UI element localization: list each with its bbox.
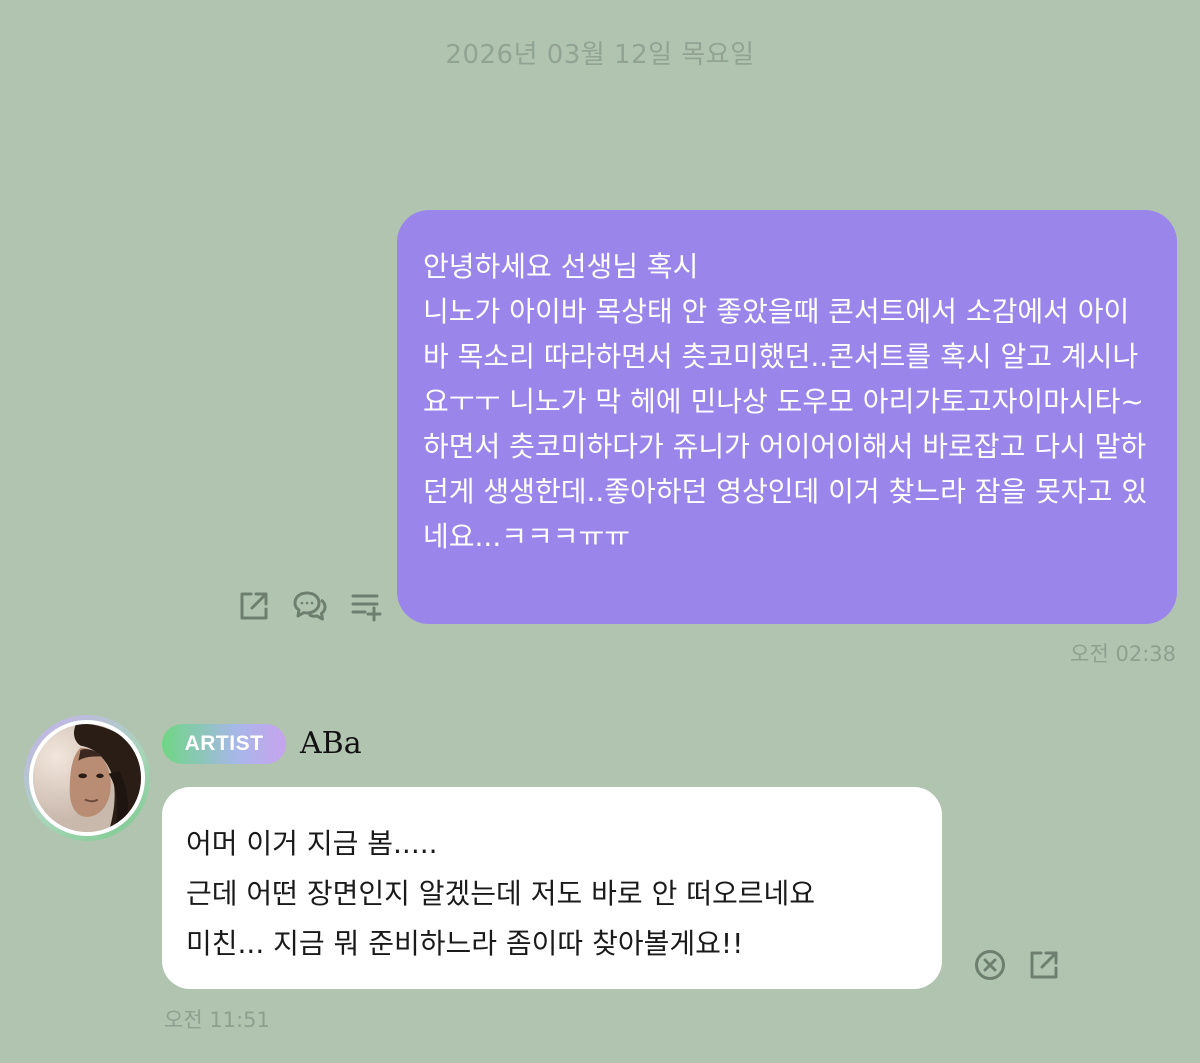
sent-message-time: 오전 02:38 (1070, 642, 1176, 666)
received-message-line: 어머 이거 지금 봄..... (186, 827, 438, 860)
sender-name[interactable]: ABa (300, 726, 362, 761)
share-icon[interactable] (1026, 947, 1062, 983)
received-message-line: 근데 어떤 장면인지 알겠는데 저도 바로 안 떠오르네요 (186, 877, 816, 910)
artist-badge: ARTIST (162, 724, 286, 764)
share-icon[interactable] (236, 588, 272, 624)
avatar[interactable] (24, 715, 150, 841)
received-message-bubble[interactable]: 어머 이거 지금 봄..... 근데 어떤 장면인지 알겠는데 저도 바로 안 … (162, 787, 942, 989)
list-add-icon[interactable] (348, 588, 384, 624)
date-header: 2026년 03월 12일 목요일 (445, 40, 755, 70)
avatar-photo (29, 720, 145, 836)
received-message-time: 오전 11:51 (164, 1008, 270, 1032)
received-message-line: 미친... 지금 뭐 준비하느라 좀이따 찾아볼게요!! (186, 927, 744, 960)
received-message-actions (972, 947, 1062, 983)
sent-message-line: 안녕하세요 선생님 혹시 (423, 250, 699, 283)
close-circle-icon[interactable] (972, 947, 1008, 983)
sent-message-bubble[interactable]: 안녕하세요 선생님 혹시 니노가 아이바 목상태 안 좋았을때 콘서트에서 소감… (397, 210, 1177, 624)
sent-message-line: 니노가 아이바 목상태 안 좋았을때 콘서트에서 소감에서 아이바 목소리 따라… (423, 295, 1148, 553)
sent-message-actions (236, 588, 384, 624)
chat-bubbles-icon[interactable] (292, 588, 328, 624)
